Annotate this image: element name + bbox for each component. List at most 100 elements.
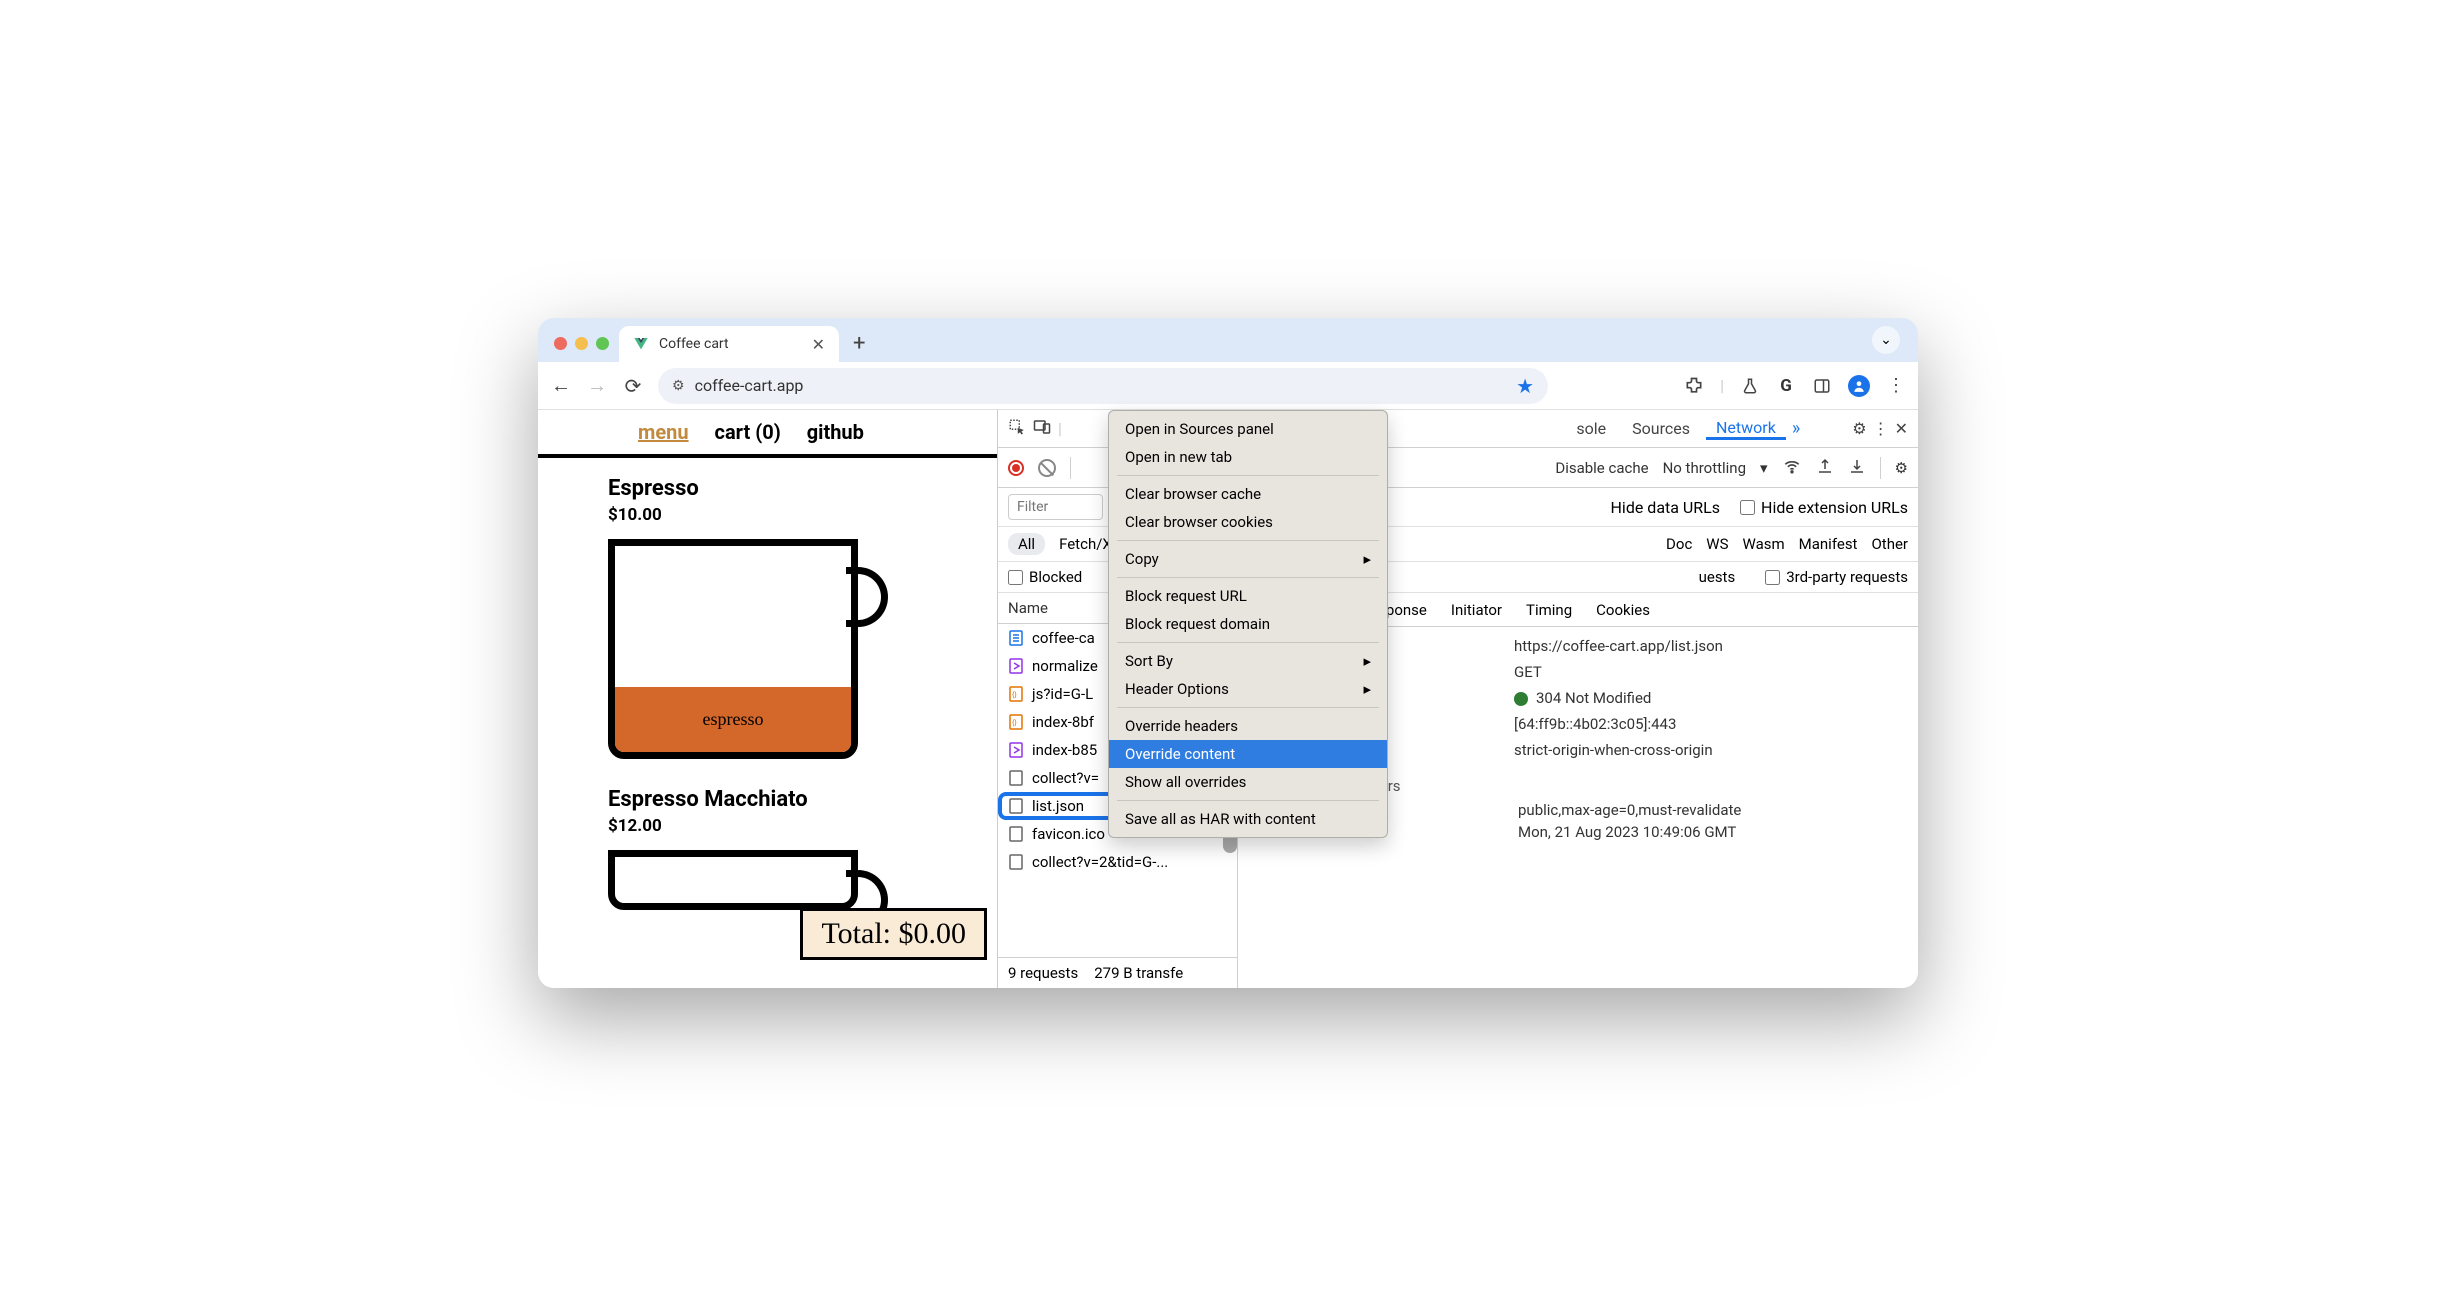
chevron-right-icon: ▸ [1363,680,1371,698]
product-name: Espresso [608,476,927,501]
tab-network[interactable]: Network [1706,418,1786,440]
menu-sort-by[interactable]: Sort By▸ [1109,647,1387,675]
network-settings-gear-icon[interactable]: ⚙ [1895,459,1908,477]
more-tabs-icon[interactable]: » [1792,418,1800,439]
upload-icon[interactable] [1816,457,1834,479]
tab-title: Coffee cart [659,336,802,352]
forward-button[interactable]: → [586,373,608,398]
nav-cart-link[interactable]: cart (0) [715,420,781,444]
transfer-size: 279 B transfe [1094,964,1183,982]
site-settings-icon[interactable]: ⚙ [672,378,685,394]
hide-extension-urls-checkbox[interactable]: Hide extension URLs [1740,498,1908,517]
page-nav: menu cart (0) github [538,410,997,458]
disable-cache-checkbox[interactable]: Disable cache [1555,459,1648,477]
filter-fetch[interactable]: Fetch/X [1059,535,1112,553]
tabs-dropdown-button[interactable]: ⌄ [1872,326,1900,354]
menu-save-har[interactable]: Save all as HAR with content [1109,805,1387,833]
chevron-right-icon: ▸ [1363,652,1371,670]
coffee-cup-graphic[interactable]: espresso [608,539,888,769]
menu-clear-cookies[interactable]: Clear browser cookies [1109,508,1387,536]
chevron-down-icon[interactable]: ▾ [1760,459,1768,477]
filter-other[interactable]: Other [1871,535,1908,553]
cart-total[interactable]: Total: $0.00 [800,908,987,960]
window-controls [552,337,619,362]
google-icon[interactable]: G [1776,376,1796,396]
third-party-checkbox[interactable]: 3rd-party requests [1765,568,1908,586]
tab-sources[interactable]: Sources [1622,419,1700,438]
menu-clear-cache[interactable]: Clear browser cache [1109,480,1387,508]
svg-text:{}: {} [1012,690,1017,699]
filter-wasm[interactable]: Wasm [1743,535,1785,553]
product-price: $10.00 [608,505,927,525]
browser-toolbar: ← → ⟳ ⚙ coffee-cart.app ★ | G ⋮ [538,362,1918,410]
request-url: https://coffee-cart.app/list.json [1514,637,1902,655]
context-menu: Open in Sources panel Open in new tab Cl… [1108,410,1388,838]
browser-window: Coffee cart ✕ + ⌄ ← → ⟳ ⚙ coffee-cart.ap… [538,318,1918,988]
throttling-select[interactable]: No throttling [1663,459,1746,477]
close-window-button[interactable] [554,337,567,350]
inspect-icon[interactable] [1008,418,1026,440]
device-toggle-icon[interactable] [1032,418,1052,440]
nav-menu-link[interactable]: menu [638,420,689,444]
menu-block-url[interactable]: Block request URL [1109,582,1387,610]
devtools-panel: | sole Sources Network » ⚙ ⋮ ✕ Disable c… [998,410,1918,988]
tab-close-icon[interactable]: ✕ [812,335,825,354]
cup-fill-label: espresso [615,687,851,752]
menu-copy[interactable]: Copy▸ [1109,545,1387,573]
filter-doc[interactable]: Doc [1666,535,1692,553]
clear-button[interactable] [1038,459,1056,477]
reload-button[interactable]: ⟳ [622,374,644,398]
tab-timing[interactable]: Timing [1526,601,1572,619]
vue-favicon-icon [633,336,649,352]
filter-ws[interactable]: WS [1706,535,1728,553]
tab-initiator[interactable]: Initiator [1451,601,1502,619]
record-button[interactable] [1008,460,1024,476]
menu-open-new-tab[interactable]: Open in new tab [1109,443,1387,471]
maximize-window-button[interactable] [596,337,609,350]
address-bar[interactable]: ⚙ coffee-cart.app ★ [658,368,1548,404]
chevron-right-icon: ▸ [1363,550,1371,568]
filter-all[interactable]: All [1008,533,1045,555]
kebab-menu-icon[interactable]: ⋮ [1886,376,1906,396]
status-code: 304 Not Modified [1536,689,1651,707]
filter-input[interactable] [1008,494,1103,520]
request-row[interactable]: collect?v=2&tid=G-... [998,848,1237,876]
nav-github-link[interactable]: github [807,420,864,444]
menu-open-sources[interactable]: Open in Sources panel [1109,415,1387,443]
header11-value: Mon, 21 Aug 2023 10:49:06 GMT [1518,823,1902,841]
menu-header-options[interactable]: Header Options▸ [1109,675,1387,703]
coffee-cup-graphic[interactable] [608,850,888,910]
tab-cookies[interactable]: Cookies [1596,601,1650,619]
hide-data-urls-checkbox[interactable]: Hide data URLs [1611,498,1721,517]
extensions-icon[interactable] [1684,376,1704,396]
close-devtools-icon[interactable]: ✕ [1895,419,1908,438]
product-card: Espresso Macchiato $12.00 [538,769,997,910]
referrer-policy: strict-origin-when-cross-origin [1514,741,1902,759]
blocked-checkbox[interactable]: Blocked [1008,568,1082,586]
back-button[interactable]: ← [550,373,572,398]
menu-override-headers[interactable]: Override headers [1109,712,1387,740]
kebab-icon[interactable]: ⋮ [1873,419,1889,438]
status-dot-icon [1514,692,1528,706]
header-value: public,max-age=0,must-revalidate [1518,801,1902,819]
tab-console[interactable]: sole [1566,419,1616,438]
wifi-icon[interactable] [1782,456,1802,480]
menu-override-content[interactable]: Override content [1109,740,1387,768]
product-card: Espresso $10.00 espresso [538,458,997,769]
product-price: $12.00 [608,816,927,836]
download-icon[interactable] [1848,457,1866,479]
bookmark-star-icon[interactable]: ★ [1516,374,1534,398]
menu-block-domain[interactable]: Block request domain [1109,610,1387,638]
minimize-window-button[interactable] [575,337,588,350]
panel-icon[interactable] [1812,376,1832,396]
request-count: 9 requests [1008,964,1078,982]
new-tab-button[interactable]: + [839,331,879,362]
svg-text:{}: {} [1012,718,1017,727]
request-list-footer: 9 requests 279 B transfe [998,957,1237,988]
filter-manifest[interactable]: Manifest [1799,535,1858,553]
settings-gear-icon[interactable]: ⚙ [1852,419,1866,438]
profile-avatar[interactable] [1848,375,1870,397]
browser-tab[interactable]: Coffee cart ✕ [619,326,839,362]
flask-icon[interactable] [1740,376,1760,396]
menu-show-overrides[interactable]: Show all overrides [1109,768,1387,796]
